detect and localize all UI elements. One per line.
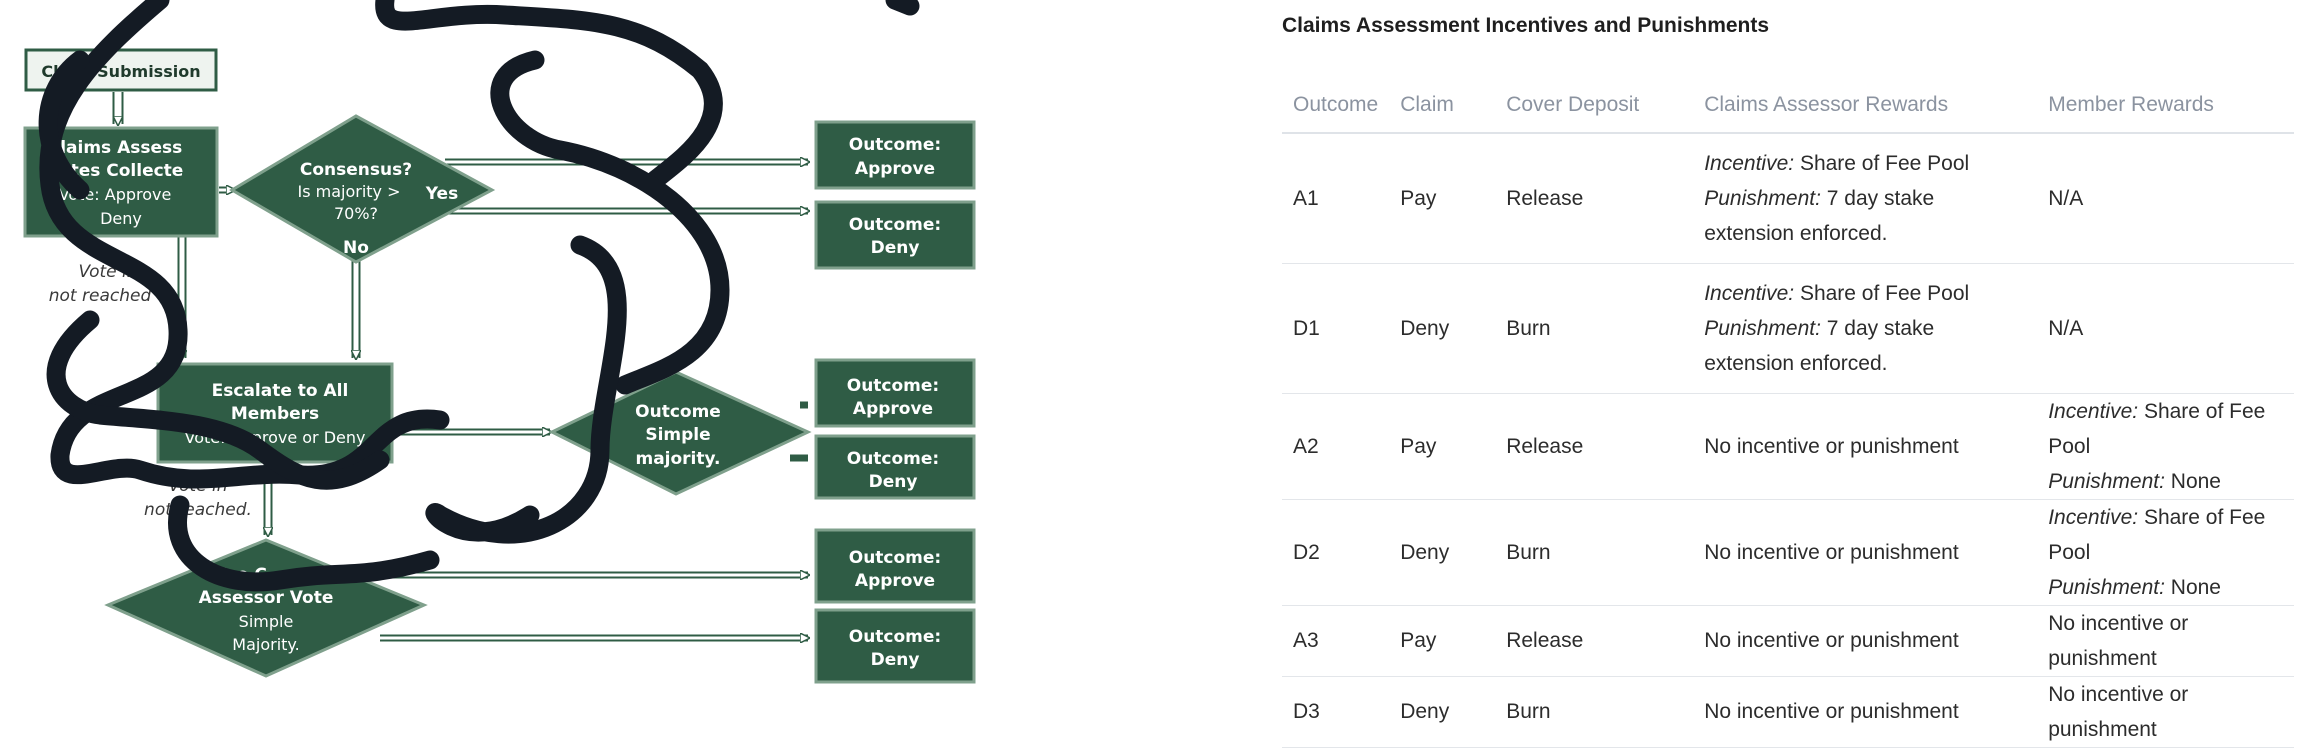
assessor-vote-line-3: Simple [239,612,294,631]
outcome-a3-title: Outcome: [849,548,941,568]
cell-claim: Deny [1389,499,1496,606]
cell-assessor-rewards: No incentive or punishment [1693,676,2038,748]
incentive-label: Incentive: [1704,151,1795,175]
outcome-d2-value: Deny [869,472,918,492]
outcome-a2-title: Outcome: [847,376,939,396]
cell-claim: Deny [1389,676,1496,748]
cell-deposit: Release [1495,133,1694,264]
table-row: D1 Deny Burn Incentive: Share of Fee Poo… [1282,263,2294,394]
table-row: A2 Pay Release No incentive or punishmen… [1282,393,2294,500]
cell-outcome: D3 [1282,676,1390,748]
cell-deposit: Burn [1495,263,1694,394]
cell-member-rewards: N/A [2037,263,2294,394]
outcome-d3: Outcome: Deny [814,608,976,684]
table-row: D3 Deny Burn No incentive or punishment … [1282,676,2294,748]
cell-outcome: A2 [1282,393,1390,500]
cell-assessor-rewards: No incentive or punishment [1693,605,2038,677]
cell-member-rewards: No incentive or punishment [2037,605,2294,677]
incentive-value: Share of Fee Pool [1799,281,1970,305]
cell-assessor-rewards: Incentive: Share of Fee Pool Punishment:… [1693,263,2038,394]
cell-outcome: D2 [1282,499,1390,606]
votes-collected-line-4: Deny [100,209,142,228]
outcome-d3-title: Outcome: [849,627,941,647]
cell-claim: Pay [1389,393,1496,500]
punishment-label: Punishment: [1704,186,1821,210]
table-row: D2 Deny Burn No incentive or punishment … [1282,499,2294,606]
cell-outcome: A3 [1282,605,1390,677]
cell-deposit: Release [1495,393,1694,500]
cell-member-rewards: Incentive: Share of Fee Pool Punishment:… [2037,393,2294,500]
cell-claim: Pay [1389,133,1496,264]
incentive-value: Share of Fee Pool [1799,151,1970,175]
escalate-line-2: Members [231,404,319,424]
incentive-label: Incentive: [2048,505,2139,529]
punishment-value: None [2170,575,2221,599]
cell-claim: Deny [1389,263,1496,394]
vote-not-reached-note-2: not reached [49,286,152,306]
table-row: A3 Pay Release No incentive or punishmen… [1282,605,2294,677]
punishment-label: Punishment: [2048,469,2165,493]
header-outcome: Outcome [1282,78,1390,134]
header-claim: Claim [1389,78,1496,134]
outcome-a1: Outcome: Approve [814,120,976,190]
outcome-a1-title: Outcome: [849,135,941,155]
cell-member-rewards: Incentive: Share of Fee Pool Punishment:… [2037,499,2294,606]
cell-deposit: Release [1495,605,1694,677]
outcome-d1-value: Deny [871,238,920,258]
outcome-d2-title: Outcome: [847,449,939,469]
cell-outcome: A1 [1282,133,1390,264]
cell-claim: Pay [1389,605,1496,677]
table-header-row: Outcome Claim Cover Deposit Claims Asses… [1282,78,2294,134]
assessor-vote-line-4: Majority. [232,635,299,654]
incentive-label: Incentive: [2048,399,2139,423]
cell-deposit: Burn [1495,676,1694,748]
table-row: A1 Pay Release Incentive: Share of Fee P… [1282,133,2294,264]
header-assessor-rewards: Claims Assessor Rewards [1693,78,2038,134]
outcome-d1: Outcome: Deny [814,200,976,270]
cell-deposit: Burn [1495,499,1694,606]
header-member-rewards: Member Rewards [2037,78,2294,134]
outcome-d2: Outcome: Deny [814,434,976,500]
header-cover-deposit: Cover Deposit [1495,78,1694,134]
cell-assessor-rewards: No incentive or punishment [1693,499,2038,606]
consensus-line-3: 70%? [334,204,378,223]
cell-assessor-rewards: No incentive or punishment [1693,393,2038,500]
incentives-table: Outcome Claim Cover Deposit Claims Asses… [1282,78,2294,748]
outcome-a3-value: Approve [855,571,935,591]
punishment-value: None [2170,469,2221,493]
outcome-a2: Outcome: Approve [814,358,976,428]
votes-collected-line-1: Claims Assess [48,138,183,158]
assessor-vote-decision [104,538,428,678]
cell-member-rewards: N/A [2037,133,2294,264]
simple-majority-line-1: Outcome [635,402,721,422]
incentive-label: Incentive: [1704,281,1795,305]
punishment-label: Punishment: [1704,316,1821,340]
consensus-title: Consensus? [300,160,412,180]
claims-flowchart: Claim Submission Claims Assess Votes Col… [23,0,976,684]
outcome-d3-value: Deny [871,650,920,670]
table-title: Claims Assessment Incentives and Punishm… [1282,14,1770,37]
cell-assessor-rewards: Incentive: Share of Fee Pool Punishment:… [1693,133,2038,264]
consensus-line-2: Is majority > [297,182,400,201]
outcome-d1-title: Outcome: [849,215,941,235]
no-label: No [343,238,369,258]
cell-member-rewards: No incentive or punishment [2037,676,2294,748]
cell-outcome: D1 [1282,263,1390,394]
outcome-a2-value: Approve [853,399,933,419]
yes-label: Yes [425,184,458,204]
simple-majority-line-2: Simple [645,425,710,445]
outcome-a3: Outcome: Approve [814,528,976,604]
simple-majority-line-3: majority. [635,449,720,469]
punishment-label: Punishment: [2048,575,2165,599]
incentives-panel: Claims Assessment Incentives and Punishm… [1282,0,2294,748]
outcome-a1-value: Approve [855,159,935,179]
escalate-line-1: Escalate to All [212,381,349,401]
vote-not-reached-note-4: not reached. [144,500,252,520]
